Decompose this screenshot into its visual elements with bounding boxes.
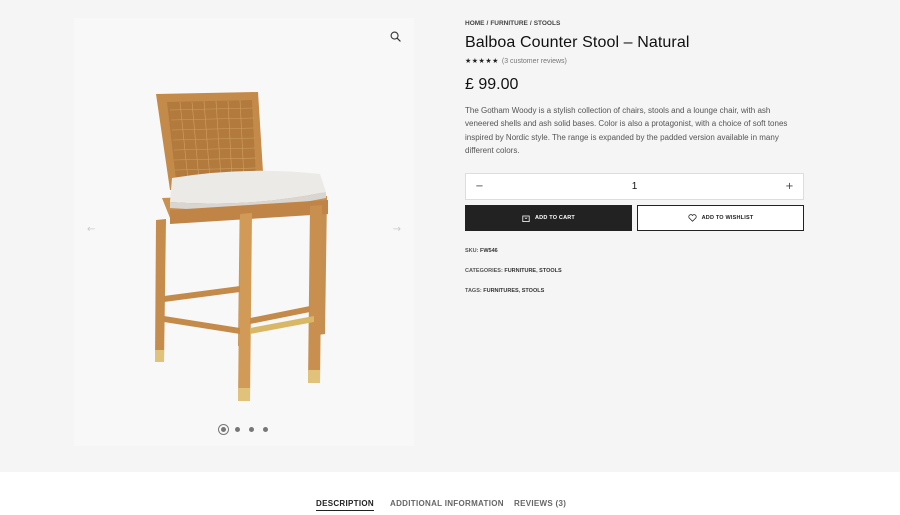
breadcrumb-separator: / [486,20,489,27]
quantity-input[interactable] [493,181,776,192]
breadcrumb-stools[interactable]: STOOLS [534,20,561,27]
product-rating: ★★★★★ (3 customer reviews) [465,57,567,65]
gallery-dot[interactable] [220,427,226,432]
add-to-cart-button[interactable]: ADD TO CART [465,205,632,231]
heart-icon [688,214,697,222]
product-gallery: ← → [74,18,414,446]
category-link-stools[interactable]: STOOLS [539,268,562,274]
gallery-dot[interactable] [262,427,268,432]
sku-label: SKU: [465,248,479,254]
sku-value: FW546 [479,248,498,254]
product-tabs: DESCRIPTION ADDITIONAL INFORMATION REVIE… [0,472,900,515]
star-rating-icon: ★★★★★ [465,57,499,65]
zoom-button[interactable] [385,26,405,46]
breadcrumb-furniture[interactable]: FURNITURE [490,20,528,27]
quantity-decrease-button[interactable]: − [466,174,493,199]
search-icon [390,31,401,42]
tag-link-stools[interactable]: STOOLS [522,288,545,294]
tab-additional-information-label: ADDITIONAL INFORMATION [390,499,504,508]
product-image[interactable] [152,70,337,415]
product-description: The Gotham Woody is a stylish collection… [465,106,788,155]
breadcrumb-separator: / [529,20,532,27]
tab-additional-information[interactable]: ADDITIONAL INFORMATION [390,499,504,508]
product-title: Balboa Counter Stool – Natural [465,34,690,51]
category-link-furniture[interactable]: FURNITURE [504,268,536,274]
tab-description[interactable]: DESCRIPTION [316,499,374,511]
product-price: £ 99.00 [465,76,519,93]
tab-description-label: DESCRIPTION [316,499,374,508]
tag-link-furnitures[interactable]: FURNITURES [483,288,518,294]
tab-reviews[interactable]: REVIEWS (3) [514,499,566,508]
tab-reviews-label: REVIEWS (3) [514,499,567,508]
reviews-link[interactable]: (3 customer reviews) [502,58,567,65]
quantity-increase-button[interactable]: + [776,174,803,199]
gallery-dots [74,427,414,432]
breadcrumb: HOME / FURNITURE / STOOLS [465,20,560,27]
gallery-dot[interactable] [234,427,240,432]
add-to-wishlist-label: ADD TO WISHLIST [701,215,754,221]
breadcrumb-home[interactable]: HOME [465,20,485,27]
add-to-cart-label: ADD TO CART [535,215,575,221]
product-sku: SKU: FW546 [465,248,498,254]
gallery-dot[interactable] [248,427,254,432]
arrow-left-icon[interactable]: ← [87,224,95,235]
arrow-right-icon[interactable]: → [393,224,401,235]
tags-label: TAGS: [465,288,482,294]
bag-icon [522,215,530,222]
categories-label: CATEGORIES: [465,268,503,274]
product-categories: CATEGORIES: FURNITURE, STOOLS [465,268,562,274]
quantity-stepper: − + [465,173,804,200]
active-tab-underline [316,510,374,511]
product-tags: TAGS: FURNITURES, STOOLS [465,288,545,294]
add-to-wishlist-button[interactable]: ADD TO WISHLIST [637,205,804,231]
